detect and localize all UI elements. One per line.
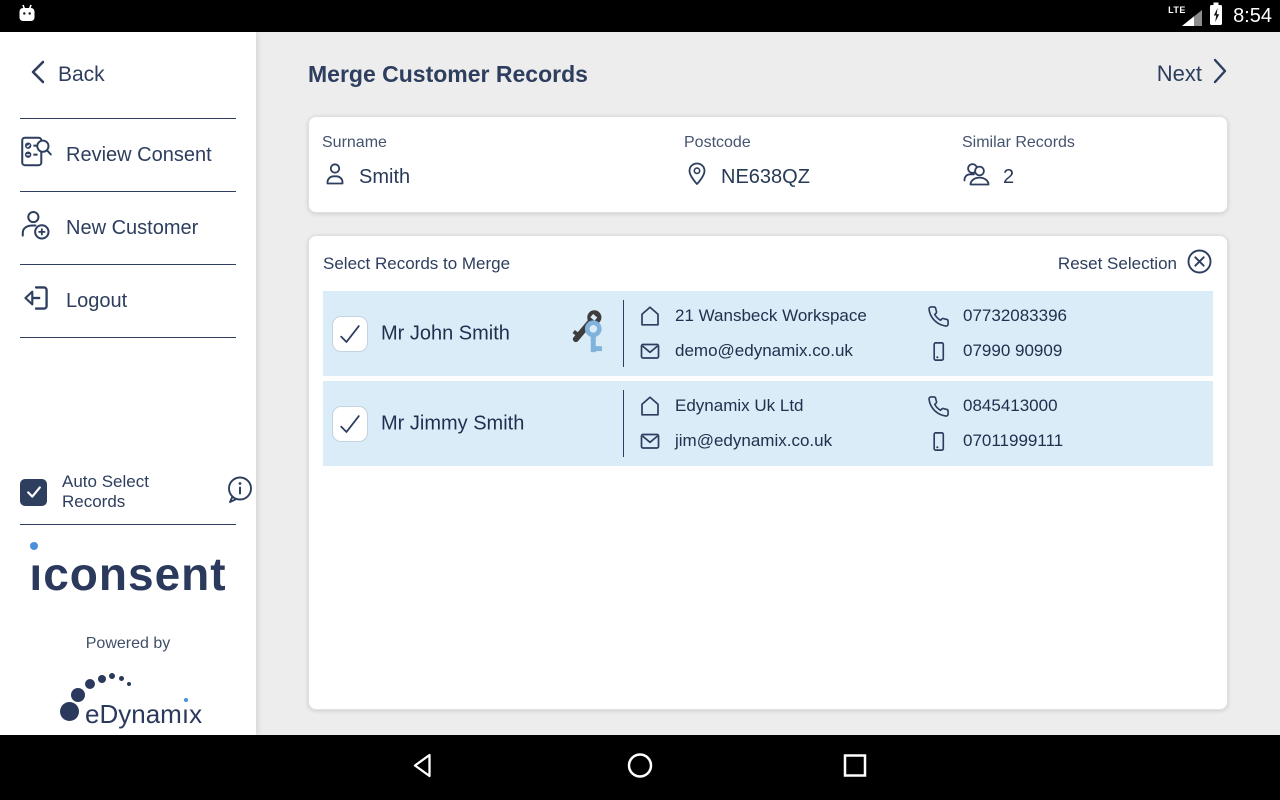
chevron-right-icon xyxy=(1212,57,1228,91)
circle-x-icon xyxy=(1186,248,1213,280)
record-phone: 07732083396 xyxy=(926,299,1067,334)
merge-card-title: Select Records to Merge xyxy=(323,254,510,274)
back-button[interactable]: Back xyxy=(0,32,256,118)
row-divider xyxy=(623,300,624,367)
record-mobile: 07011999111 xyxy=(926,424,1063,459)
chevron-left-icon xyxy=(30,59,46,91)
search-summary-card: Surname Smith Postcode xyxy=(308,116,1228,213)
summary-field-postcode: Postcode NE638QZ xyxy=(684,134,962,212)
nav-home-icon[interactable] xyxy=(626,751,654,784)
row-divider xyxy=(623,390,624,457)
powered-by-label: Powered by xyxy=(0,635,256,653)
record-mobile: 07990 90909 xyxy=(926,334,1067,369)
phone-icon xyxy=(926,395,950,418)
reset-selection-label: Reset Selection xyxy=(1058,254,1177,274)
record-address: 21 Wansbeck Workspace xyxy=(638,299,913,334)
phone-icon xyxy=(926,305,950,328)
house-icon xyxy=(638,304,662,328)
person-icon xyxy=(322,161,348,193)
record-email: demo@edynamix.co.uk xyxy=(638,334,913,369)
sidebar-item-new-customer[interactable]: New Customer xyxy=(0,192,256,264)
sidebar: Back Review Consent xyxy=(0,32,256,735)
sidebar-divider xyxy=(20,337,236,338)
summary-field-surname: Surname Smith xyxy=(322,134,684,212)
record-checkbox[interactable] xyxy=(332,316,368,352)
envelope-icon xyxy=(638,339,662,363)
sidebar-item-logout[interactable]: Logout xyxy=(0,265,256,337)
review-consent-icon xyxy=(18,134,54,176)
battery-charging-icon xyxy=(1209,2,1223,31)
merge-records-card: Select Records to Merge Reset Selection xyxy=(308,235,1228,710)
info-icon[interactable] xyxy=(224,474,256,511)
house-icon xyxy=(638,394,662,418)
android-robot-icon xyxy=(16,4,38,29)
sidebar-item-label: New Customer xyxy=(66,217,198,240)
record-row[interactable]: Mr Jimmy Smith Edynamix Uk Ltd xyxy=(323,381,1213,466)
record-checkbox[interactable] xyxy=(332,406,368,442)
record-name: Mr Jimmy Smith xyxy=(381,412,524,435)
nav-back-icon[interactable] xyxy=(411,751,438,784)
app-window: Back Review Consent xyxy=(0,32,1280,735)
sidebar-item-review-consent[interactable]: Review Consent xyxy=(0,119,256,191)
similar-records-value: 2 xyxy=(1003,166,1014,189)
nav-recents-icon[interactable] xyxy=(842,752,868,783)
main-content: Merge Customer Records Next Surname xyxy=(256,32,1280,735)
record-email: jim@edynamix.co.uk xyxy=(638,424,913,459)
auto-select-label: Auto Select Records xyxy=(62,472,214,512)
sidebar-item-label: Logout xyxy=(66,290,127,313)
status-bar: LTE 8:54 xyxy=(0,0,1280,32)
android-nav-bar xyxy=(0,735,1280,800)
new-customer-icon xyxy=(18,207,54,249)
record-phone: 0845413000 xyxy=(926,389,1063,424)
consent-logo: ıconsent xyxy=(0,551,256,597)
postcode-value: NE638QZ xyxy=(721,166,810,189)
record-address: Edynamix Uk Ltd xyxy=(638,389,913,424)
status-clock: 8:54 xyxy=(1233,5,1272,28)
logout-icon xyxy=(18,280,54,322)
next-label: Next xyxy=(1157,61,1202,87)
sidebar-bottom: Auto Select Records ıconsent Powered by xyxy=(0,460,256,735)
reset-selection-button[interactable]: Reset Selection xyxy=(1058,248,1213,280)
mobile-icon xyxy=(926,340,950,363)
primary-record-keys-icon xyxy=(566,306,614,361)
auto-select-checkbox[interactable] xyxy=(20,479,47,506)
record-row[interactable]: Mr John Smith xyxy=(323,291,1213,376)
map-pin-icon xyxy=(684,161,710,193)
cell-signal-icon: LTE xyxy=(1168,4,1202,28)
people-icon xyxy=(962,161,992,193)
edynamix-logo: eDynamıx xyxy=(53,663,203,735)
sidebar-item-label: Review Consent xyxy=(66,144,212,167)
envelope-icon xyxy=(638,429,662,453)
logo-dot xyxy=(30,542,38,550)
mobile-icon xyxy=(926,430,950,453)
sidebar-divider xyxy=(20,524,236,525)
surname-value: Smith xyxy=(359,166,410,189)
next-button[interactable]: Next xyxy=(1157,57,1228,91)
page-title: Merge Customer Records xyxy=(308,61,588,88)
summary-field-similar-records: Similar Records 2 xyxy=(962,134,1227,212)
record-name: Mr John Smith xyxy=(381,322,510,345)
back-label: Back xyxy=(58,63,105,87)
